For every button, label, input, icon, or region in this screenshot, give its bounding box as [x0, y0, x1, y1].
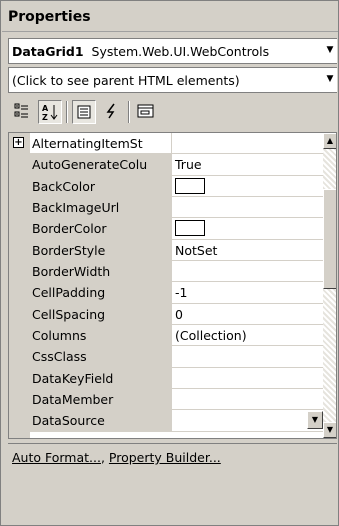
property-grid: + AlternatingItemSt AutoGenerateColu Tru… — [8, 132, 337, 439]
object-selector[interactable]: DataGrid1 System.Web.UI.WebControls ▼ — [8, 38, 337, 64]
properties-icon[interactable] — [72, 100, 96, 124]
object-name: DataGrid1 — [12, 44, 84, 59]
property-value[interactable] — [173, 175, 323, 196]
property-value[interactable] — [173, 388, 323, 410]
property-value[interactable]: NotSet — [173, 239, 323, 260]
property-name: BorderWidth — [30, 260, 172, 282]
verbs-separator: , — [100, 450, 109, 465]
property-row[interactable]: BorderWidth — [30, 260, 323, 283]
toolbar: A Z — [8, 96, 337, 128]
svg-text:A: A — [42, 104, 49, 113]
property-name: CellSpacing — [30, 303, 172, 324]
scrollbar-thumb[interactable] — [323, 189, 336, 289]
property-row[interactable]: CellSpacing 0 — [30, 303, 323, 325]
property-row[interactable]: Columns (Collection) — [30, 324, 323, 347]
commands-pane: Auto Format..., Property Builder... — [8, 443, 337, 525]
property-row[interactable]: BorderStyle NotSet — [30, 239, 323, 261]
scroll-up-icon[interactable]: ▲ — [323, 133, 336, 149]
property-value[interactable]: True — [173, 154, 323, 175]
property-name: BorderStyle — [30, 239, 172, 260]
property-row[interactable]: BackColor — [30, 175, 323, 197]
property-value[interactable]: -1 — [173, 282, 323, 303]
toolbar-separator — [128, 101, 130, 123]
property-row[interactable]: BackImageUrl — [30, 196, 323, 219]
color-swatch — [175, 220, 205, 237]
property-value[interactable] — [173, 133, 323, 154]
property-name: AutoGenerateColu — [30, 154, 172, 175]
property-name: CssClass — [30, 346, 172, 367]
property-value[interactable] — [173, 260, 323, 282]
property-row[interactable]: CellPadding -1 — [30, 282, 323, 304]
window-title: Properties — [2, 2, 338, 32]
grid-gutter: + — [9, 133, 30, 438]
toolbar-separator — [66, 101, 68, 123]
events-icon[interactable] — [100, 100, 124, 124]
expand-plus-icon[interactable]: + — [13, 137, 24, 148]
property-name: AlternatingItemSt — [30, 133, 172, 154]
property-value[interactable] — [173, 346, 323, 367]
properties-window: Properties DataGrid1 System.Web.UI.WebCo… — [0, 0, 339, 526]
dropdown-arrow-icon[interactable]: ▼ — [307, 411, 323, 430]
property-value[interactable] — [173, 218, 323, 239]
chevron-down-icon[interactable]: ▼ — [323, 39, 337, 63]
color-swatch — [175, 177, 205, 194]
property-name: Columns — [30, 324, 172, 346]
property-row[interactable]: DataMember — [30, 388, 323, 411]
property-pages-icon[interactable] — [134, 100, 158, 124]
property-value[interactable]: ▼ — [173, 410, 323, 431]
scroll-down-icon[interactable]: ▼ — [323, 422, 336, 438]
property-name: DataMember — [30, 388, 172, 410]
alphabetical-icon[interactable]: A Z — [38, 100, 62, 124]
categorized-icon[interactable] — [10, 100, 34, 124]
property-row[interactable]: CssClass — [30, 346, 323, 368]
property-row[interactable]: AutoGenerateColu True — [30, 154, 323, 176]
property-row-selected[interactable]: DataSource ▼ — [30, 410, 323, 432]
parent-elements-selector[interactable]: (Click to see parent HTML elements) ▼ — [8, 67, 337, 93]
parent-elements-text: (Click to see parent HTML elements) — [12, 73, 240, 88]
auto-format-link[interactable]: Auto Format... — [12, 450, 101, 465]
property-name: BackColor — [30, 175, 172, 196]
property-rows: AlternatingItemSt AutoGenerateColu True … — [30, 133, 323, 432]
svg-text:Z: Z — [42, 113, 48, 121]
vertical-scrollbar[interactable]: ▲ ▼ — [323, 133, 336, 438]
property-row[interactable]: DataKeyField — [30, 367, 323, 389]
property-value[interactable]: (Collection) — [173, 324, 323, 346]
object-type: System.Web.UI.WebControls — [91, 44, 270, 59]
property-name: CellPadding — [30, 282, 172, 303]
property-row[interactable]: AlternatingItemSt — [30, 133, 323, 155]
property-name: BorderColor — [30, 218, 172, 239]
property-builder-link[interactable]: Property Builder... — [109, 450, 221, 465]
property-name: BackImageUrl — [30, 196, 172, 218]
property-value[interactable] — [173, 196, 323, 218]
property-value[interactable]: 0 — [173, 303, 323, 324]
property-row[interactable]: BorderColor — [30, 218, 323, 240]
property-name: DataSource — [30, 410, 172, 431]
property-value[interactable] — [173, 367, 323, 388]
property-name: DataKeyField — [30, 367, 172, 388]
chevron-down-icon[interactable]: ▼ — [323, 68, 337, 92]
